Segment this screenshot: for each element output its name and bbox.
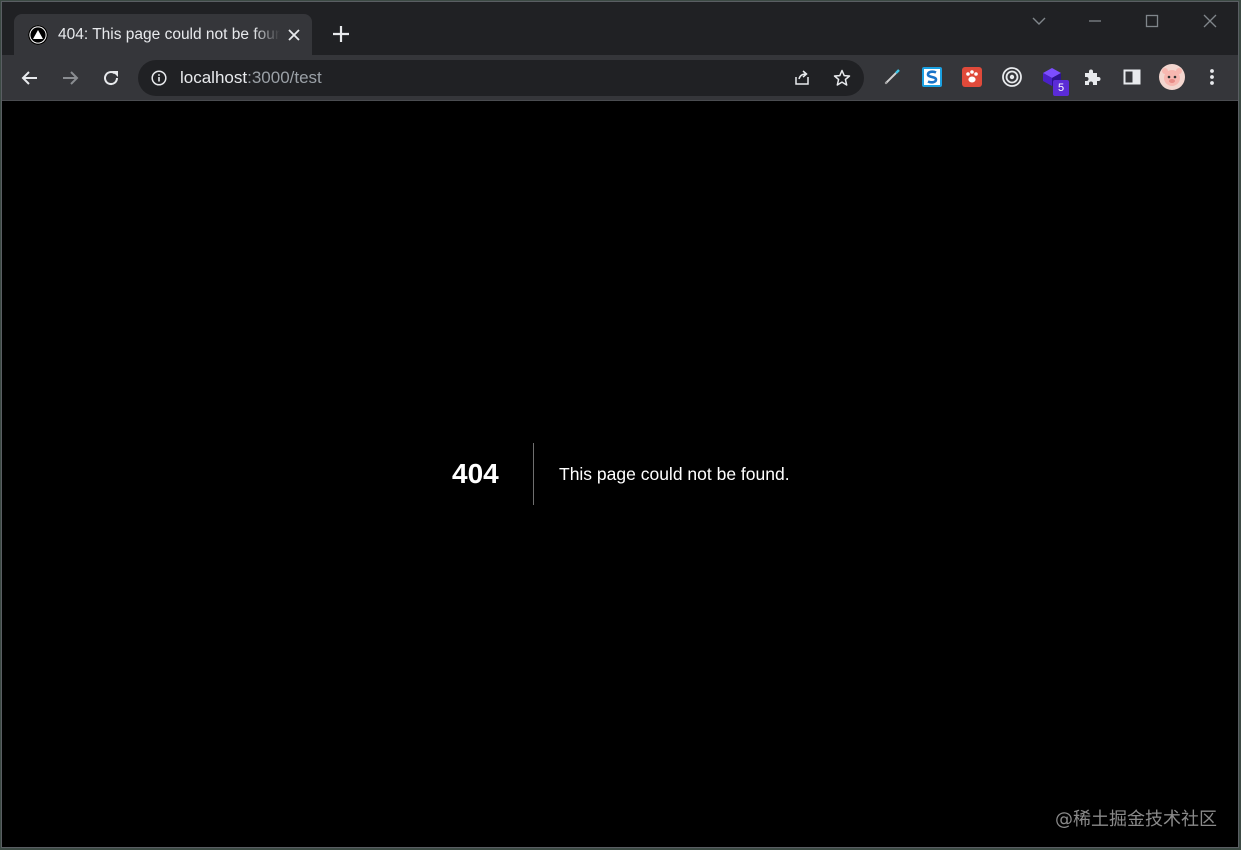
close-window-button[interactable] (1195, 8, 1225, 34)
nextjs-triangle-icon (28, 25, 48, 45)
error-container: 404 This page could not be found. (452, 443, 790, 505)
url-path: :3000/test (247, 68, 322, 87)
error-message: This page could not be found. (559, 464, 790, 484)
extension-badge: 5 (1053, 80, 1069, 96)
s-extension-icon[interactable] (921, 66, 943, 88)
paw-extension-icon[interactable] (961, 66, 983, 88)
tab-strip: 404: This page could not be found (2, 2, 1238, 55)
page-content: 404 This page could not be found. @稀土掘金技… (2, 101, 1238, 847)
tab-active[interactable]: 404: This page could not be found (14, 14, 312, 55)
forward-button[interactable] (56, 64, 84, 92)
new-tab-button[interactable] (328, 21, 354, 47)
minimize-button[interactable] (1080, 8, 1110, 34)
bookmark-star-icon[interactable] (829, 65, 855, 91)
extensions-puzzle-icon[interactable] (1081, 66, 1103, 88)
url-text[interactable]: localhost:3000/test (180, 68, 322, 88)
target-extension-icon[interactable] (1001, 66, 1023, 88)
back-button[interactable] (16, 64, 44, 92)
browser-menu-icon[interactable] (1201, 66, 1223, 88)
url-host: localhost (180, 68, 248, 87)
tab-close-icon[interactable] (284, 25, 304, 45)
color-picker-extension-icon[interactable] (881, 66, 903, 88)
maximize-button[interactable] (1137, 8, 1167, 34)
reload-button[interactable] (97, 64, 125, 92)
tab-title: 404: This page could not be found (58, 26, 280, 43)
browser-window: 404: This page could not be found localh… (1, 1, 1239, 848)
watermark: @稀土掘金技术社区 (1055, 809, 1217, 830)
profile-avatar[interactable] (1159, 64, 1185, 90)
site-info-icon[interactable] (150, 69, 168, 87)
address-bar[interactable]: localhost:3000/test (138, 60, 864, 96)
share-icon[interactable] (789, 65, 815, 91)
side-panel-icon[interactable] (1121, 66, 1143, 88)
error-code: 404 (452, 458, 499, 489)
tab-search-chevron-icon[interactable] (1024, 8, 1054, 34)
